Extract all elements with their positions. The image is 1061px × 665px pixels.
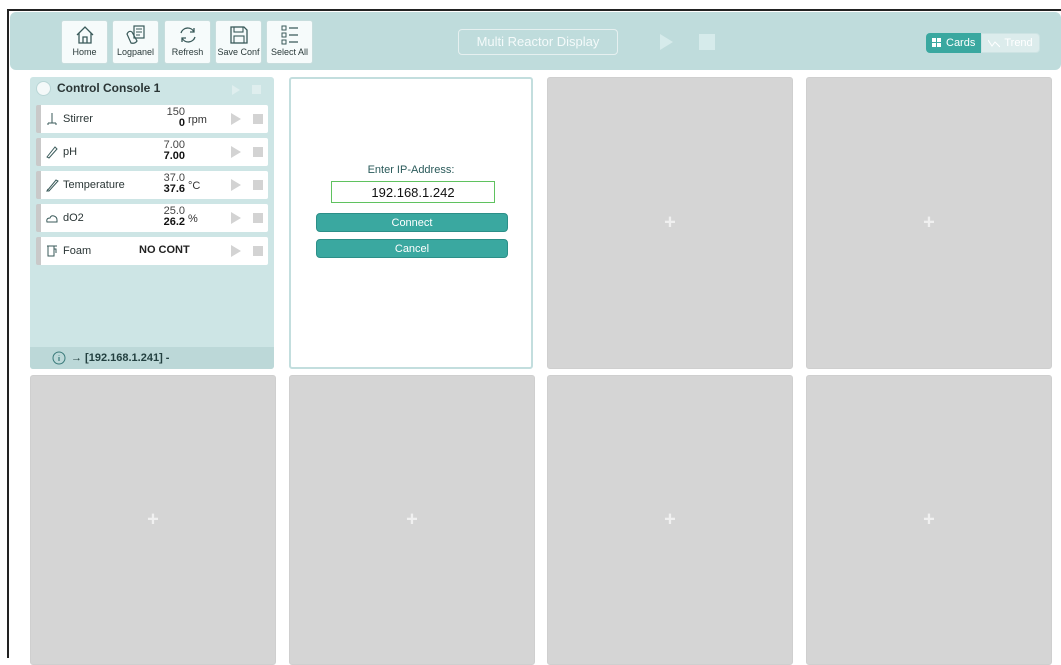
refresh-label: Refresh: [171, 47, 204, 57]
control-console-card: Control Console 1 Stirrer 150 0 rpm pH 7.…: [30, 77, 274, 369]
cancel-button[interactable]: Cancel: [316, 239, 508, 258]
grid-icon: [932, 38, 941, 47]
global-play-icon[interactable]: [660, 34, 673, 50]
save-conf-button[interactable]: Save Conf: [215, 20, 262, 64]
empty-slot[interactable]: +: [547, 77, 793, 369]
home-button[interactable]: Home: [61, 20, 108, 64]
connect-button[interactable]: Connect: [316, 213, 508, 232]
stirrer-stop-icon[interactable]: [253, 114, 263, 124]
thermometer-icon: [45, 178, 61, 192]
trend-label: Trend: [1004, 37, 1033, 49]
stirrer-icon: [45, 112, 61, 126]
trend-icon: [988, 39, 1001, 48]
checklist-icon: [281, 25, 298, 45]
info-icon[interactable]: [52, 351, 66, 365]
console-footer: → [192.168.1.241] -: [30, 347, 274, 369]
add-icon: +: [664, 211, 676, 234]
foam-row: Foam NO CONT: [36, 237, 268, 265]
view-toggle: Cards Trend: [926, 33, 1040, 53]
refresh-button[interactable]: Refresh: [164, 20, 211, 64]
app-frame: Home Logpanel Refresh Save Conf Select A…: [7, 9, 1061, 665]
temperature-actual: 37.6: [163, 183, 185, 195]
console-title: Control Console 1: [57, 81, 161, 95]
empty-slot[interactable]: +: [30, 375, 276, 665]
save-icon: [229, 26, 248, 44]
ph-actual: 7.00: [163, 150, 185, 162]
foam-play-icon[interactable]: [231, 245, 241, 257]
ip-address-input[interactable]: [331, 181, 495, 203]
ph-row: pH 7.00 7.00: [36, 138, 268, 166]
do2-actual: 26.2: [163, 216, 185, 228]
refresh-icon: [179, 27, 196, 43]
ph-probe-icon: [45, 145, 61, 159]
add-icon: +: [923, 508, 935, 531]
foam-icon: [45, 244, 61, 258]
global-stop-icon[interactable]: [699, 34, 715, 50]
page-title: Multi Reactor Display: [458, 29, 618, 55]
ph-stop-icon[interactable]: [253, 147, 263, 157]
foam-label: Foam: [63, 245, 92, 257]
temperature-label: Temperature: [63, 179, 125, 191]
temperature-unit: °C: [188, 180, 201, 192]
select-all-label: Select All: [270, 47, 309, 57]
do2-unit: %: [188, 213, 198, 225]
trend-view-button[interactable]: Trend: [981, 33, 1040, 53]
stirrer-unit: rpm: [188, 114, 207, 126]
foam-stop-icon[interactable]: [253, 246, 263, 256]
console-stop-icon[interactable]: [252, 85, 261, 94]
stirrer-label: Stirrer: [63, 113, 93, 125]
do2-label: dO2: [63, 212, 84, 224]
empty-slot[interactable]: +: [547, 375, 793, 665]
cards-label: Cards: [946, 37, 976, 49]
temperature-play-icon[interactable]: [231, 179, 241, 191]
temperature-row: Temperature 37.0 37.6 °C: [36, 171, 268, 199]
ph-play-icon[interactable]: [231, 146, 241, 158]
empty-slot[interactable]: +: [806, 375, 1052, 665]
temperature-stop-icon[interactable]: [253, 180, 263, 190]
toolbar: Home Logpanel Refresh Save Conf Select A…: [10, 12, 1061, 70]
add-icon: +: [664, 508, 676, 531]
save-conf-label: Save Conf: [217, 47, 260, 57]
stirrer-row: Stirrer 150 0 rpm: [36, 105, 268, 133]
stirrer-play-icon[interactable]: [231, 113, 241, 125]
logpanel-label: Logpanel: [116, 47, 155, 57]
logpanel-icon: [125, 25, 145, 44]
cards-view-button[interactable]: Cards: [926, 33, 982, 53]
cloud-icon: [45, 211, 61, 225]
ip-address-card: Enter IP-Address: Connect Cancel: [289, 77, 533, 369]
empty-slot[interactable]: +: [806, 77, 1052, 369]
foam-status: NO CONT: [139, 244, 190, 256]
ip-address-label: Enter IP-Address:: [367, 164, 455, 176]
add-icon: +: [147, 508, 159, 531]
home-label: Home: [72, 47, 97, 57]
console-select-radio[interactable]: [36, 80, 51, 96]
add-icon: +: [406, 508, 418, 531]
logpanel-button[interactable]: Logpanel: [112, 20, 159, 64]
add-icon: +: [923, 211, 935, 234]
console-address: → [192.168.1.241] -: [71, 352, 170, 364]
home-icon: [76, 26, 93, 44]
ph-label: pH: [63, 146, 78, 158]
do2-play-icon[interactable]: [231, 212, 241, 224]
empty-slot[interactable]: +: [289, 375, 535, 665]
do2-row: dO2 25.0 26.2 %: [36, 204, 268, 232]
stirrer-actual: 0: [178, 117, 185, 129]
select-all-button[interactable]: Select All: [266, 20, 313, 64]
console-play-icon[interactable]: [232, 85, 240, 95]
do2-stop-icon[interactable]: [253, 213, 263, 223]
